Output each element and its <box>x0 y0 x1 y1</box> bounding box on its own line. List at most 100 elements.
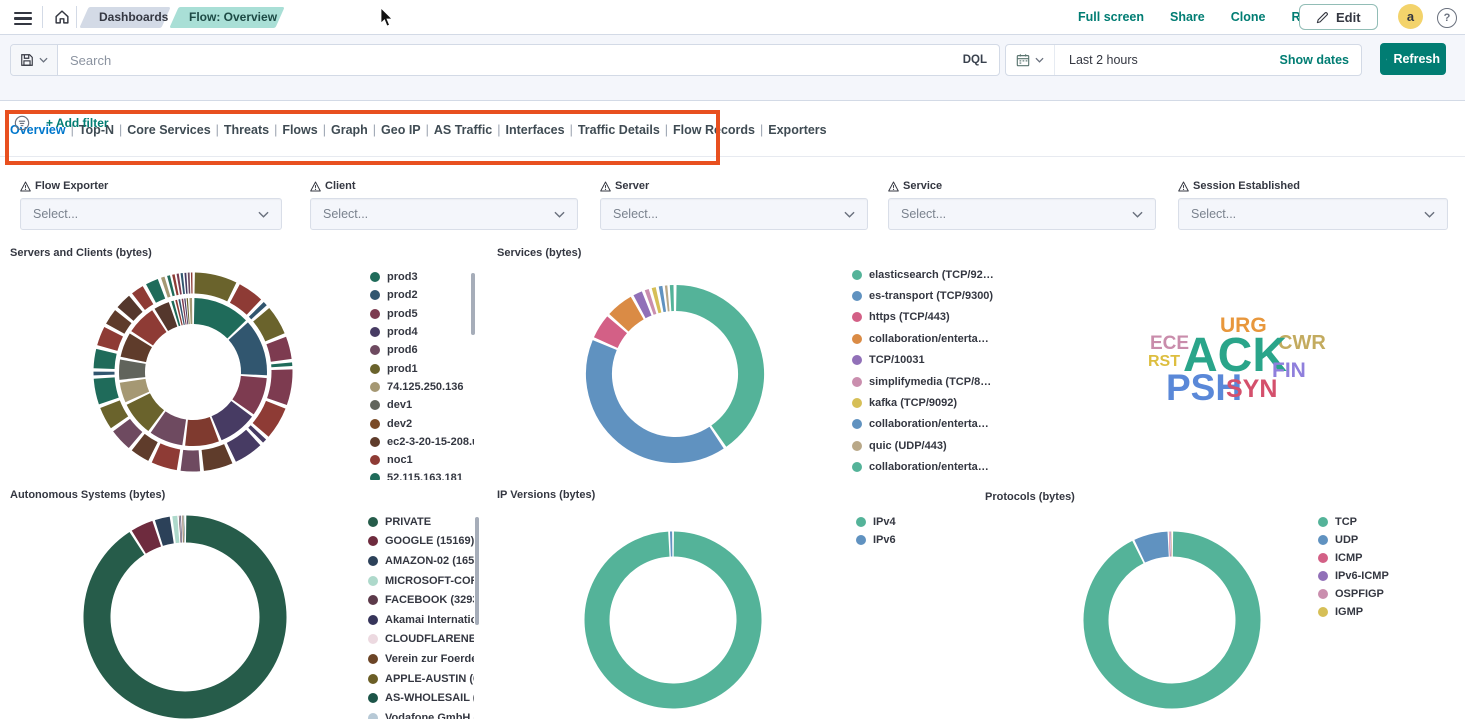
donut-slice[interactable] <box>217 409 242 428</box>
legend-item[interactable]: collaboration/enterta… <box>852 414 1022 435</box>
donut-slice[interactable] <box>276 340 281 360</box>
donut-slice[interactable] <box>151 289 162 294</box>
legend-item[interactable]: Verein zur Foerder… <box>368 649 474 669</box>
donut-slice[interactable] <box>235 293 254 307</box>
legend-item[interactable]: quic (UDP/443) <box>852 435 1022 456</box>
donut-slice[interactable] <box>203 454 229 461</box>
legend-item[interactable]: GOOGLE (15169) <box>368 532 474 552</box>
donut-slice[interactable] <box>133 381 138 397</box>
donut-slice[interactable] <box>597 544 749 696</box>
filter-select[interactable]: Select... <box>600 198 868 230</box>
donut-slice[interactable] <box>139 534 157 542</box>
donut-slice[interactable] <box>125 304 135 314</box>
add-filter-button[interactable]: + Add filter <box>46 116 109 130</box>
donut-slice[interactable] <box>138 442 153 451</box>
ip-versions-donut-chart[interactable] <box>570 500 780 719</box>
donut-slice[interactable] <box>231 438 253 453</box>
legend-item[interactable]: OSPFIGP <box>1318 585 1428 603</box>
legend-item[interactable]: kafka (TCP/9092) <box>852 392 1022 413</box>
breadcrumb-dashboards[interactable]: Dashboards <box>84 7 166 28</box>
time-range-value[interactable]: Last 2 hours <box>1055 53 1280 67</box>
legend-item[interactable]: IPv6-ICMP <box>1318 567 1428 585</box>
donut-slice[interactable] <box>187 429 215 433</box>
donut-slice[interactable] <box>599 345 717 450</box>
donut-slice[interactable] <box>138 295 148 301</box>
legend-item[interactable]: TCP <box>1318 513 1428 531</box>
legend-item[interactable]: prod1 <box>370 359 474 377</box>
edit-button[interactable]: Edit <box>1299 4 1378 30</box>
legend-item[interactable]: UDP <box>1318 531 1428 549</box>
donut-slice[interactable] <box>195 283 232 292</box>
donut-slice[interactable] <box>182 460 199 461</box>
donut-slice[interactable] <box>256 309 259 312</box>
donut-slice[interactable] <box>138 399 156 421</box>
filter-icon[interactable] <box>14 115 30 131</box>
legend-item[interactable]: IPv6 <box>856 531 956 549</box>
donut-slice[interactable] <box>1140 544 1168 551</box>
legend-item[interactable]: dev1 <box>370 396 474 414</box>
legend-item[interactable]: CLOUDFLARENET (… <box>368 630 474 650</box>
donut-slice[interactable] <box>261 315 275 338</box>
legend-item[interactable]: PRIVATE <box>368 512 474 532</box>
donut-slice[interactable] <box>194 311 236 329</box>
donut-slice[interactable] <box>115 317 123 329</box>
legend-item[interactable]: AS-WHOLESAIL (2… <box>368 688 474 708</box>
legend-item[interactable]: prod2 <box>370 286 474 304</box>
donut-slice[interactable] <box>104 378 109 401</box>
donut-slice[interactable] <box>156 453 178 460</box>
legend-item[interactable]: Akamai Internatio… <box>368 610 474 630</box>
legend-item[interactable]: simplifymedia (TCP/8… <box>852 371 1022 392</box>
header-action-full-screen[interactable]: Full screen <box>1078 10 1144 24</box>
donut-slice[interactable] <box>104 351 106 368</box>
legend-item[interactable]: TCP/10031 <box>852 350 1022 371</box>
help-icon[interactable]: ? <box>1437 8 1457 28</box>
search-input[interactable] <box>58 53 951 68</box>
legend-item[interactable]: MICROSOFT-CORP… <box>368 571 474 591</box>
legend-item[interactable]: ec2-3-20-15-208.u… <box>370 433 474 451</box>
filter-select[interactable]: Select... <box>888 198 1156 230</box>
donut-slice[interactable] <box>606 325 617 343</box>
home-icon[interactable] <box>53 8 71 31</box>
servers-clients-sunburst-chart[interactable] <box>10 262 376 482</box>
filter-select[interactable]: Select... <box>20 198 282 230</box>
donut-slice[interactable] <box>133 340 141 359</box>
donut-slice[interactable] <box>261 405 276 430</box>
legend-item[interactable]: noc1 <box>370 451 474 469</box>
donut-slice[interactable] <box>175 313 177 314</box>
legend-item[interactable]: prod6 <box>370 341 474 359</box>
legend-item[interactable]: AMAZON-02 (16509) <box>368 551 474 571</box>
donut-slice[interactable] <box>170 285 173 286</box>
saved-query-menu[interactable] <box>11 45 58 75</box>
donut-slice[interactable] <box>619 308 637 323</box>
donut-slice[interactable] <box>110 404 120 422</box>
donut-slice[interactable] <box>640 303 647 306</box>
donut-slice[interactable] <box>122 425 136 440</box>
legend-item[interactable]: 52.115.163.181 <box>370 469 474 480</box>
legend-item[interactable]: Vodafone GmbH (3… <box>368 708 474 719</box>
donut-slice[interactable] <box>649 301 652 302</box>
donut-slice[interactable] <box>655 300 658 301</box>
donut-slice[interactable] <box>676 298 751 436</box>
query-language-button[interactable]: DQL <box>951 54 999 66</box>
donut-slice[interactable] <box>661 299 664 300</box>
header-action-clone[interactable]: Clone <box>1231 10 1266 24</box>
services-donut-chart[interactable] <box>560 262 790 486</box>
donut-slice[interactable] <box>142 321 159 338</box>
legend-item[interactable]: https (TCP/443) <box>852 307 1022 328</box>
protocols-donut-chart[interactable] <box>1065 500 1285 719</box>
legend-item[interactable]: APPLE-AUSTIN (61… <box>368 669 474 689</box>
autonomous-systems-donut-chart[interactable] <box>80 500 300 719</box>
legend-item[interactable]: prod4 <box>370 323 474 341</box>
legend-item[interactable]: prod3 <box>370 268 474 286</box>
filter-select[interactable]: Select... <box>310 198 578 230</box>
date-quick-menu[interactable] <box>1006 45 1055 75</box>
donut-slice[interactable] <box>256 432 259 435</box>
legend-item[interactable]: FACEBOOK (32934) <box>368 590 474 610</box>
avatar[interactable]: a <box>1398 4 1423 29</box>
show-dates-button[interactable]: Show dates <box>1280 53 1361 67</box>
legend-scrollbar[interactable] <box>471 273 475 335</box>
donut-slice[interactable] <box>159 530 172 533</box>
legend-item[interactable]: dev2 <box>370 414 474 432</box>
legend-item[interactable]: prod5 <box>370 305 474 323</box>
legend-item[interactable]: collaboration/enterta… <box>852 457 1022 478</box>
